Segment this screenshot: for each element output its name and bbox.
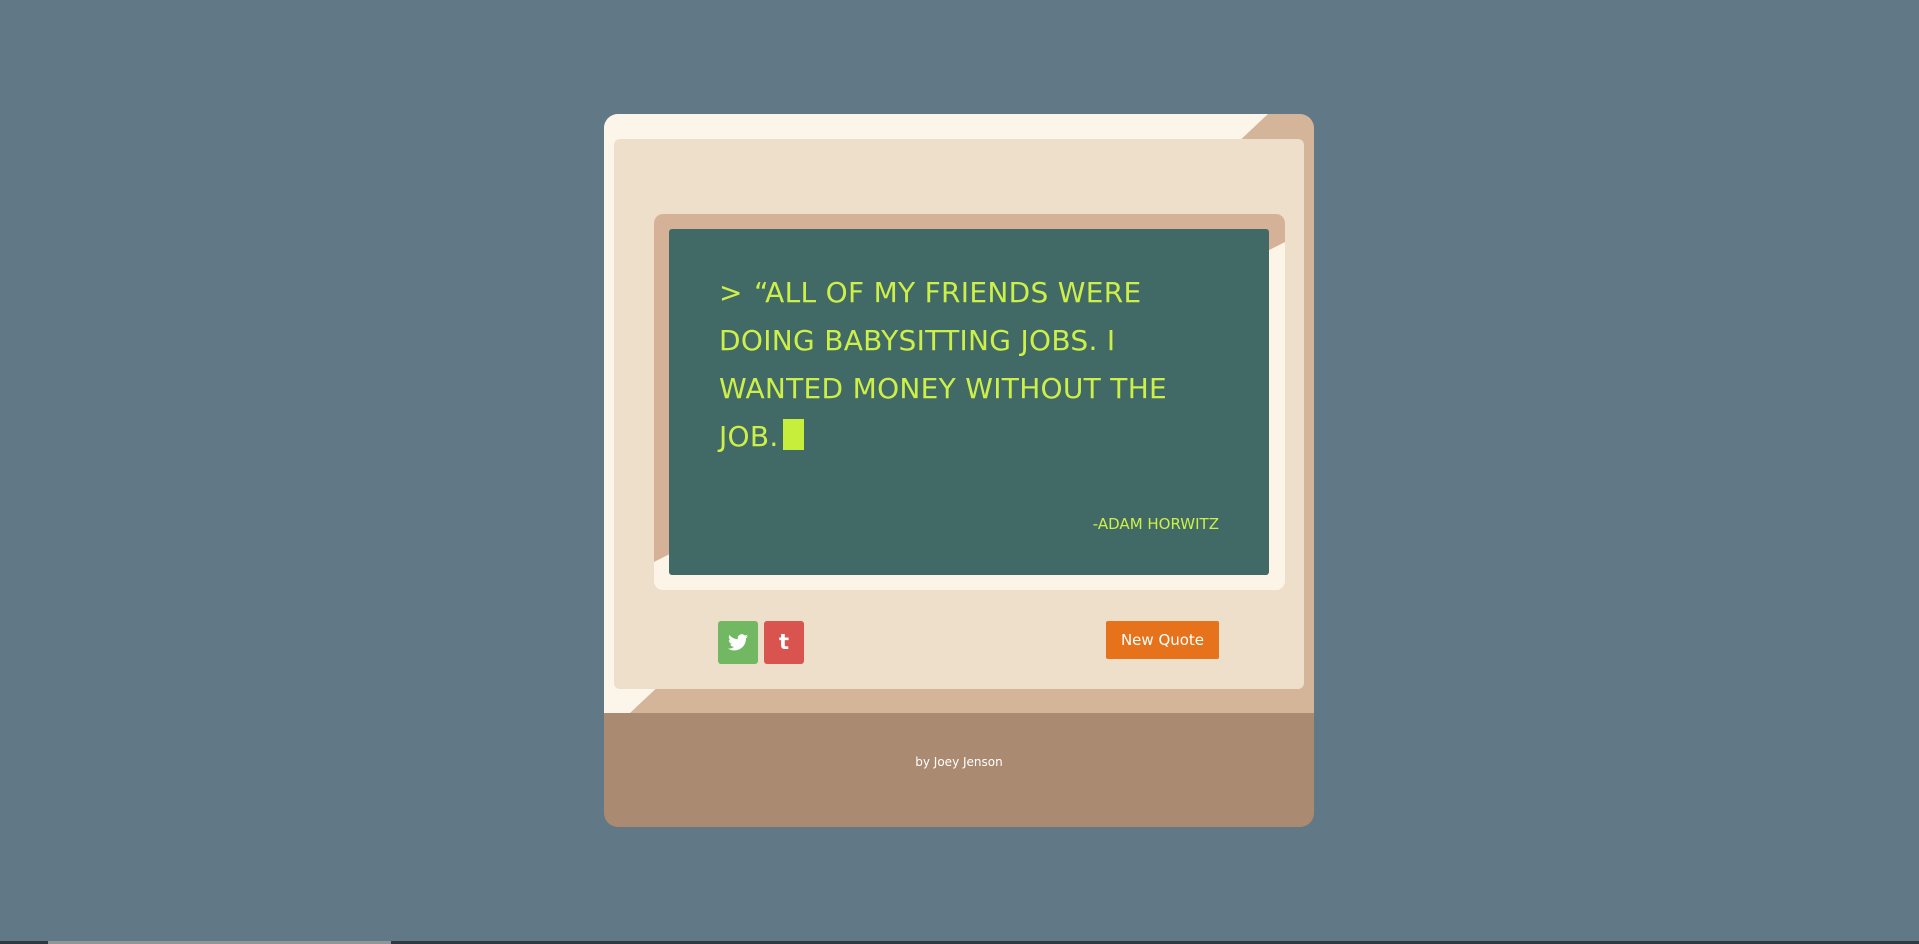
author-credit: by Joey Jenson (915, 755, 1003, 769)
quote-text-block: > “All of my friends were doing babysitt… (719, 269, 1189, 461)
new-quote-button[interactable]: New Quote (1106, 621, 1219, 659)
monitor: > “All of my friends were doing babysitt… (604, 114, 1314, 713)
prompt-icon: > (719, 276, 743, 309)
tumblr-icon: t (778, 630, 790, 654)
monitor-stand: by Joey Jenson (604, 713, 1314, 827)
tumblr-share-button[interactable]: t (764, 621, 804, 664)
cursor-icon (782, 419, 804, 450)
quote-author: -Adam Horwitz (1092, 515, 1219, 533)
quote-machine: > “All of my friends were doing babysitt… (604, 114, 1314, 827)
twitter-icon (728, 634, 748, 651)
tweet-button[interactable] (718, 621, 758, 664)
monitor-bezel: > “All of my friends were doing babysitt… (614, 139, 1304, 689)
screen: > “All of my friends were doing babysitt… (669, 229, 1269, 575)
